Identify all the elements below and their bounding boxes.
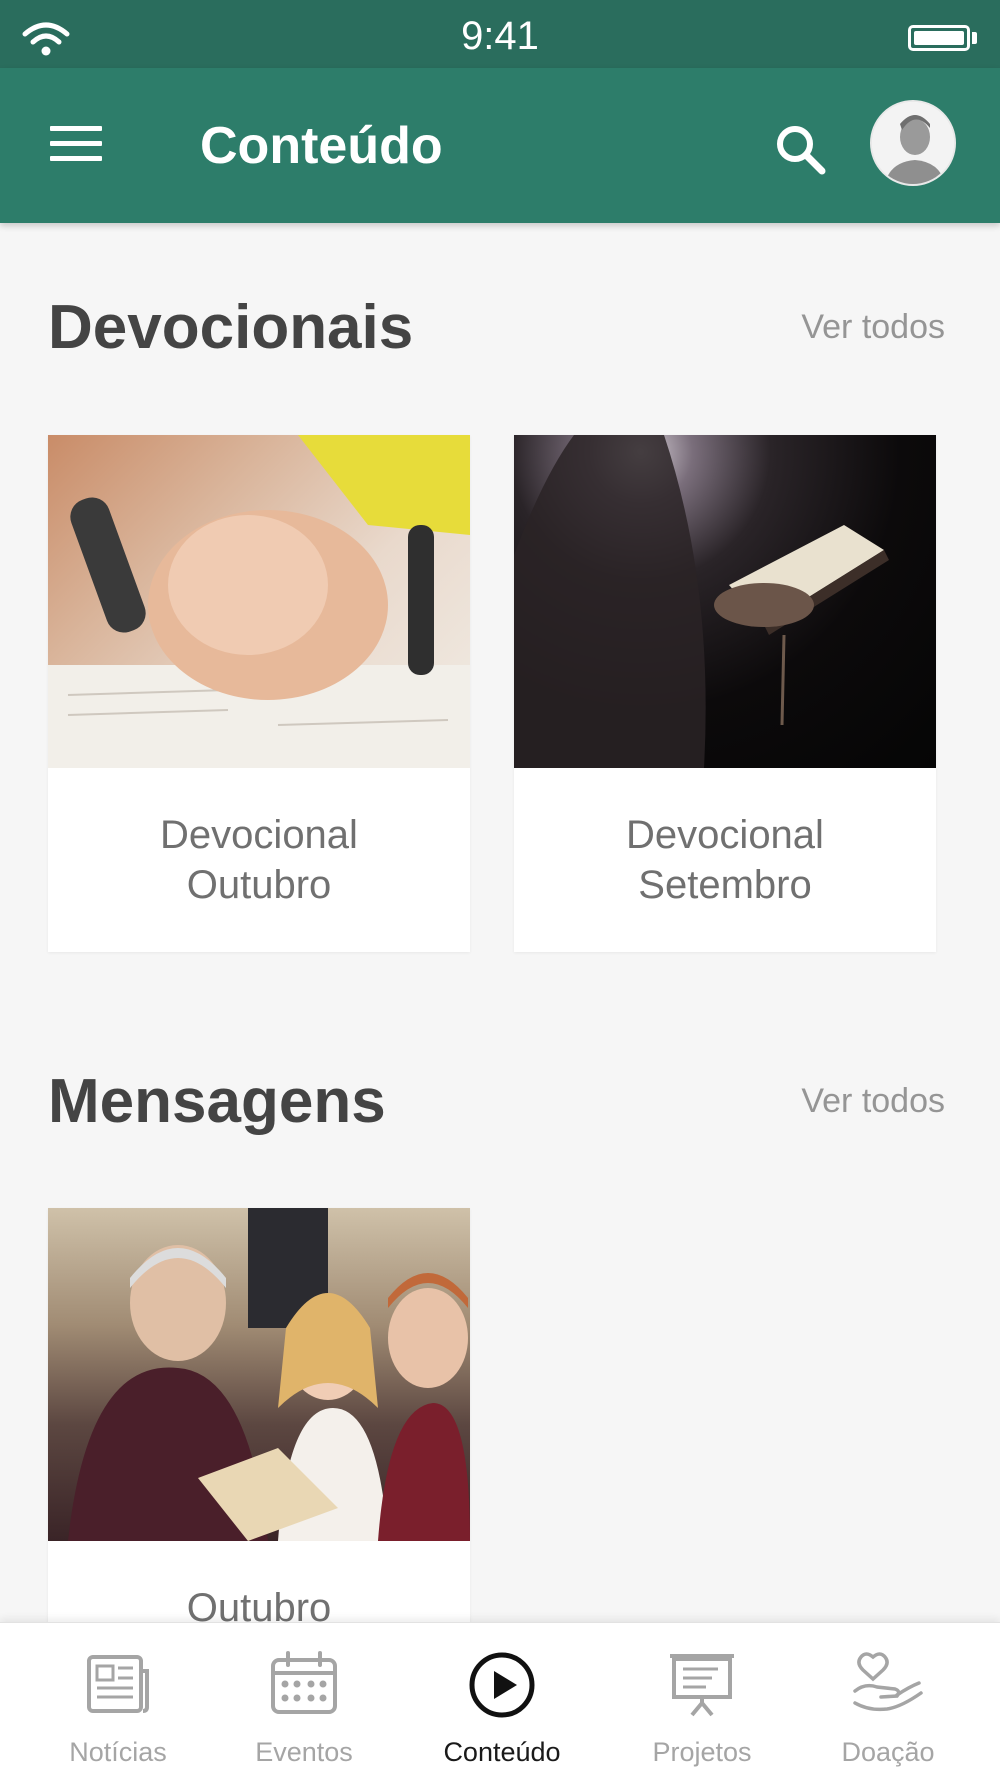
avatar[interactable] bbox=[870, 100, 956, 186]
tab-label: Projetos bbox=[652, 1737, 752, 1767]
see-all-devocionais-link[interactable]: Ver todos bbox=[801, 308, 945, 347]
tab-projetos[interactable]: Projetos bbox=[612, 1623, 792, 1778]
person-reading-bible-image bbox=[514, 435, 936, 768]
app-bar: Conteúdo bbox=[0, 68, 1000, 223]
battery-tip bbox=[972, 32, 977, 44]
heart-hand-icon bbox=[853, 1652, 923, 1712]
praying-hands-image bbox=[48, 435, 470, 768]
devotional-card[interactable]: Devocional Outubro bbox=[48, 435, 470, 952]
devotional-card[interactable]: Devocional Setembro bbox=[514, 435, 936, 952]
tab-conteudo[interactable]: Conteúdo bbox=[412, 1623, 592, 1778]
search-icon[interactable] bbox=[770, 120, 830, 180]
user-silhouette-icon bbox=[872, 102, 954, 184]
family-reading-image bbox=[48, 1208, 470, 1541]
section-title-devocionais: Devocionais bbox=[48, 293, 414, 362]
tab-label: Eventos bbox=[255, 1737, 353, 1767]
newspaper-icon bbox=[87, 1655, 149, 1713]
tab-doacao[interactable]: Doação bbox=[798, 1623, 978, 1778]
presentation-icon bbox=[670, 1654, 734, 1717]
tab-label: Notícias bbox=[69, 1737, 167, 1767]
battery-icon bbox=[908, 25, 970, 51]
card-caption: Devocional Setembro bbox=[626, 813, 824, 907]
status-time: 9:41 bbox=[461, 14, 539, 58]
section-title-mensagens: Mensagens bbox=[48, 1067, 386, 1136]
play-circle-icon bbox=[469, 1652, 535, 1718]
message-card[interactable]: Outubro bbox=[48, 1208, 470, 1675]
tab-noticias[interactable]: Notícias bbox=[28, 1623, 208, 1778]
tab-label: Doação bbox=[841, 1737, 935, 1767]
calendar-icon bbox=[271, 1651, 337, 1714]
tab-eventos[interactable]: Eventos bbox=[214, 1623, 394, 1778]
page-title: Conteúdo bbox=[200, 117, 443, 175]
see-all-mensagens-link[interactable]: Ver todos bbox=[801, 1082, 945, 1121]
status-bar: 9:41 bbox=[0, 0, 1000, 68]
bottom-navigation: Notícias Eventos Conteúdo Projetos Doaçã… bbox=[0, 1622, 1000, 1778]
menu-icon[interactable] bbox=[50, 126, 102, 166]
tab-label: Conteúdo bbox=[443, 1737, 561, 1767]
card-caption: Devocional Outubro bbox=[160, 813, 358, 907]
